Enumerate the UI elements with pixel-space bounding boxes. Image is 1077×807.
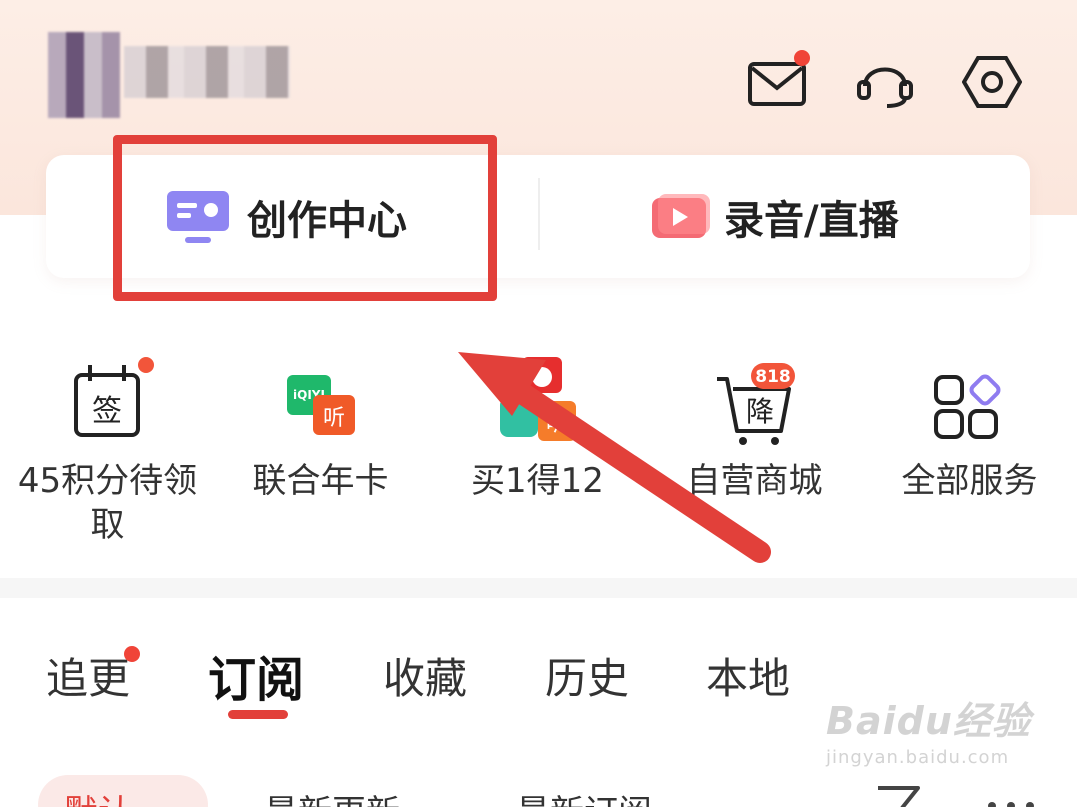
active-tab-indicator — [228, 710, 288, 719]
checkin-icon-text: 签 — [92, 394, 122, 429]
cart-badge: 818 — [755, 367, 791, 387]
filter-default[interactable]: 默认 — [38, 775, 208, 807]
grid-label-buy1get12: 买1得12 — [471, 461, 604, 501]
highlight-annotation-box — [113, 135, 497, 301]
shopping-cart-icon: 降 818 — [715, 349, 795, 449]
buy1get12-icon: 听 — [498, 349, 578, 449]
grid-label-all-services: 全部服务 — [901, 461, 1038, 501]
record-live-label: 录音/直播 — [724, 197, 899, 244]
tab-history[interactable]: 历史 — [545, 645, 629, 706]
username-blurred[interactable] — [124, 46, 290, 98]
customer-service-icon[interactable] — [855, 54, 915, 110]
tab-follow-updates[interactable]: 追更 — [46, 645, 130, 706]
watermark-url: jingyan.baidu.com — [826, 747, 1010, 768]
filter-latest-subscribed[interactable]: 最新订阅 — [490, 775, 678, 807]
watermark-brand: Baidu经验 — [826, 699, 1031, 743]
checkin-notification-dot — [137, 357, 154, 373]
grid-label-joint-card: 联合年卡 — [252, 461, 389, 501]
iqiyi-joint-icon: iQIYI 听 — [281, 349, 361, 449]
section-separator — [0, 578, 1077, 598]
grid-label-checkin: 45积分待领取 — [17, 461, 198, 545]
tab-subscribed[interactable]: 订阅 — [208, 640, 304, 710]
grid-item-checkin[interactable]: 签 45积分待领取 — [0, 335, 215, 555]
follow-updates-dot — [124, 646, 140, 662]
video-icon — [652, 193, 710, 240]
all-services-icon — [930, 349, 1010, 449]
more-icon[interactable] — [986, 796, 1036, 807]
grid-label-mall: 自营商城 — [686, 461, 823, 501]
mail-notification-dot — [794, 50, 810, 66]
avatar[interactable] — [48, 32, 120, 118]
record-live-button[interactable]: 录音/直播 — [652, 155, 899, 278]
tab-favorites[interactable]: 收藏 — [383, 645, 467, 706]
grid-item-joint-card[interactable]: iQIYI 听 联合年卡 — [213, 335, 428, 555]
filter-latest-update[interactable]: 最新更新 — [238, 775, 426, 807]
listen-icon-text: 听 — [545, 412, 567, 437]
cart-icon-text: 降 — [745, 395, 773, 428]
settings-icon[interactable] — [962, 54, 1022, 110]
svg-text:听: 听 — [322, 406, 344, 431]
grid-item-mall[interactable]: 降 818 自营商城 — [647, 335, 862, 555]
baidu-watermark: Baidu经验 jingyan.baidu.com — [826, 690, 1046, 790]
tab-local[interactable]: 本地 — [706, 645, 790, 706]
grid-item-buy1get12[interactable]: 听 买1得12 — [430, 335, 645, 555]
checkin-calendar-icon: 签 — [68, 349, 154, 449]
grid-item-all-services[interactable]: 全部服务 — [862, 335, 1077, 555]
card-divider — [538, 178, 540, 250]
